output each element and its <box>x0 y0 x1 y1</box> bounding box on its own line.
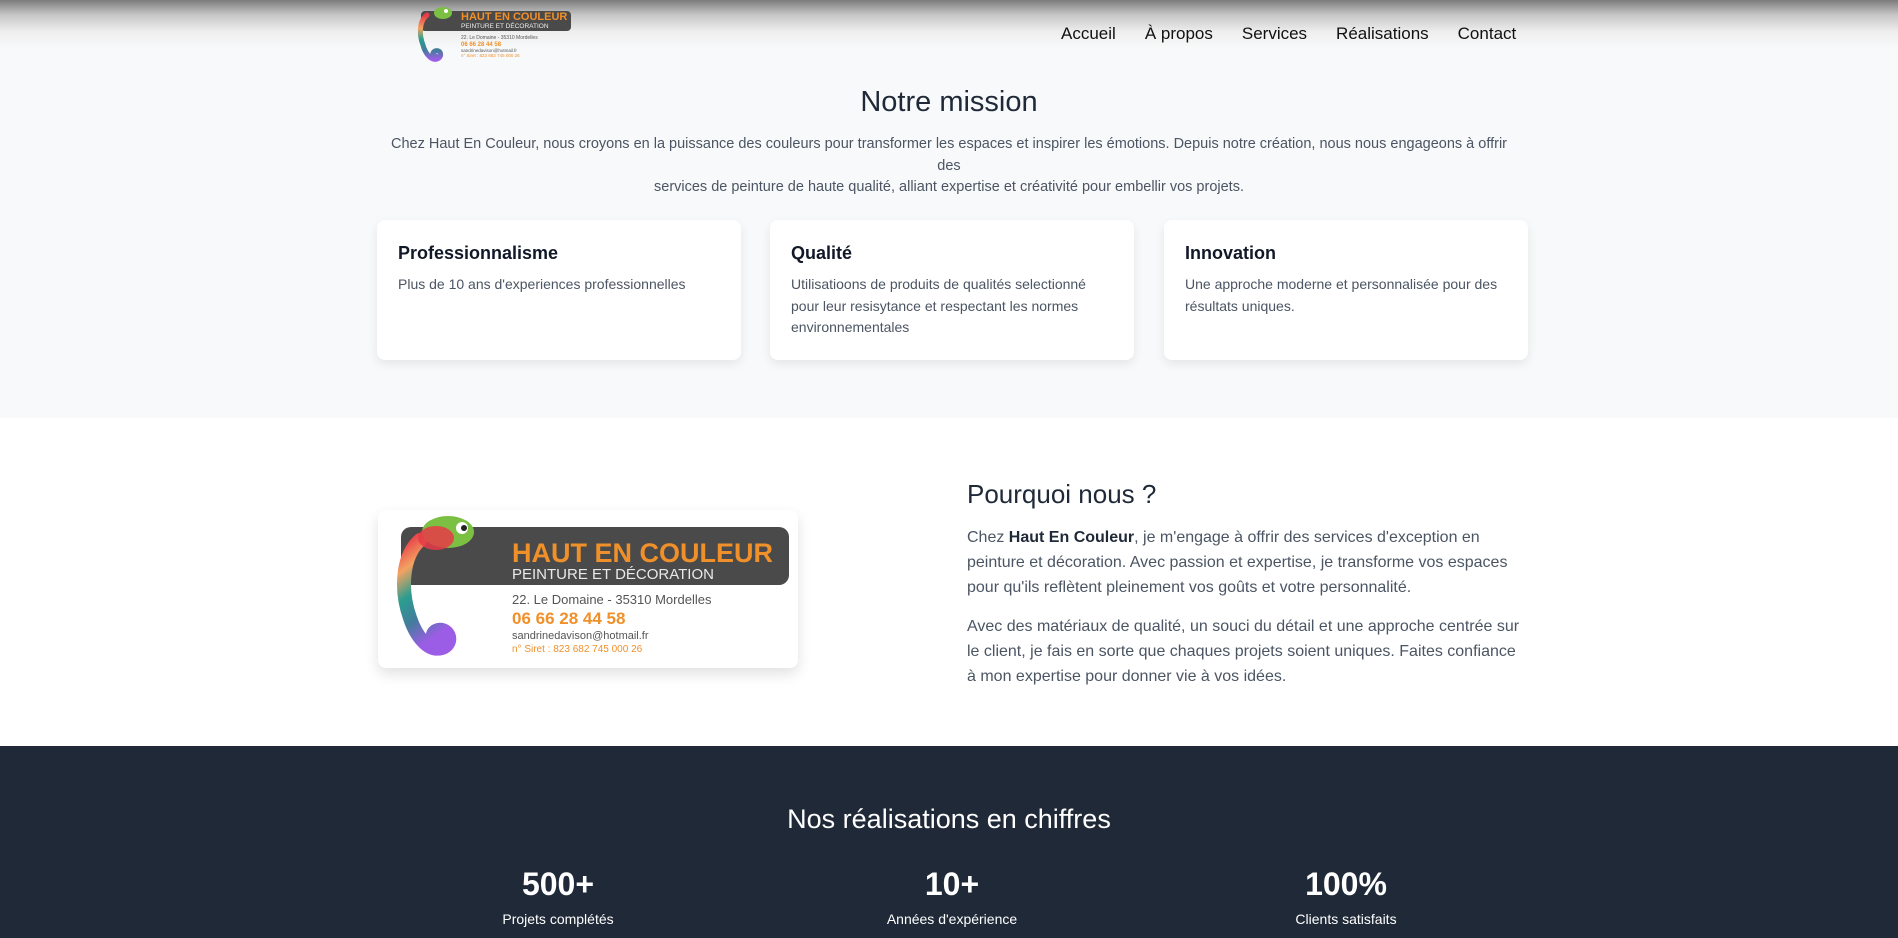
svg-text:22. Le Domaine - 35310 Mordell: 22. Le Domaine - 35310 Mordelles <box>461 35 538 41</box>
why-paragraph-1: Chez Haut En Couleur, je m'engage à offr… <box>967 525 1529 600</box>
stat-value: 500+ <box>521 866 595 902</box>
business-card-siret: n° Siret : 823 682 745 000 26 <box>512 644 643 655</box>
card-title: Professionnalisme <box>398 243 559 263</box>
card-qualite: Qualité Utilisatioons de produits de qua… <box>770 220 1134 360</box>
stat-clients: 100% Clients satisfaits <box>1196 866 1496 927</box>
svg-text:PEINTURE ET DÉCORATION: PEINTURE ET DÉCORATION <box>461 21 549 30</box>
business-card-phone: 06 66 28 44 58 <box>512 609 625 628</box>
card-text: Une approche moderne et personnalisée po… <box>1185 276 1498 314</box>
card-innovation: Innovation Une approche moderne et perso… <box>1164 220 1528 360</box>
card-title: Innovation <box>1185 243 1276 263</box>
why-paragraph-2: Avec des matériaux de qualité, un souci … <box>967 618 1520 685</box>
mission-text-line1: Chez Haut En Couleur, nous croyons en la… <box>390 136 1508 174</box>
nav-link-services[interactable]: Services <box>1242 24 1307 44</box>
stats-section: Nos réalisations en chiffres 500+ Projet… <box>0 746 1898 938</box>
business-card-address: 22. Le Domaine - 35310 Mordelles <box>512 592 712 607</box>
business-card-tagline: PEINTURE ET DÉCORATION <box>512 566 714 583</box>
main-nav: Accueil À propos Services Réalisations C… <box>1061 24 1545 44</box>
stat-label: Clients satisfaits <box>1295 911 1397 927</box>
svg-text:n° Siret : 823 682 745 000 26: n° Siret : 823 682 745 000 26 <box>461 53 520 58</box>
stat-label: Projets complétés <box>502 911 614 927</box>
stat-annees: 10+ Années d'expérience <box>802 866 1102 927</box>
chameleon-logo-icon: HAUT EN COULEUR PEINTURE ET DÉCORATION 2… <box>417 7 571 62</box>
why-p1-brand: Haut En Couleur <box>1008 529 1135 546</box>
mission-title: Notre mission <box>860 86 1038 118</box>
nav-link-contact[interactable]: Contact <box>1458 24 1517 44</box>
business-card-logo-icon: HAUT EN COULEUR PEINTURE ET DÉCORATION 2… <box>397 516 789 656</box>
card-text: Utilisatioons de produits de qualités se… <box>791 276 1086 335</box>
card-title: Qualité <box>791 243 853 263</box>
stat-value: 100% <box>1305 866 1387 902</box>
stats-title: Nos réalisations en chiffres <box>787 804 1111 834</box>
why-p1-prefix: Chez <box>967 529 1009 546</box>
business-card-name: HAUT EN COULEUR <box>512 538 773 568</box>
stat-value: 10+ <box>924 866 980 902</box>
nav-link-accueil[interactable]: Accueil <box>1061 24 1116 44</box>
why-title: Pourquoi nous ? <box>967 479 1157 509</box>
mission-text: Chez Haut En Couleur, nous croyons en la… <box>380 134 1518 199</box>
why-section: HAUT EN COULEUR PEINTURE ET DÉCORATION 2… <box>0 418 1898 746</box>
nav-link-a-propos[interactable]: À propos <box>1145 24 1213 44</box>
business-card-email: sandrinedavison@hotmail.fr <box>512 630 649 642</box>
svg-text:HAUT EN COULEUR: HAUT EN COULEUR <box>461 11 567 23</box>
stat-projets: 500+ Projets complétés <box>408 866 708 927</box>
stat-label: Années d'expérience <box>886 911 1018 927</box>
card-text: Plus de 10 ans d'experiences professionn… <box>398 276 686 292</box>
card-professionnalisme: Professionnalisme Plus de 10 ans d'exper… <box>377 220 741 360</box>
business-card-image: HAUT EN COULEUR PEINTURE ET DÉCORATION 2… <box>378 510 798 668</box>
header-logo[interactable]: HAUT EN COULEUR PEINTURE ET DÉCORATION 2… <box>413 5 578 65</box>
nav-link-realisations[interactable]: Réalisations <box>1336 24 1429 44</box>
site-header: HAUT EN COULEUR PEINTURE ET DÉCORATION 2… <box>0 0 1898 70</box>
mission-text-line2: services de peinture de haute qualité, a… <box>654 179 1244 195</box>
